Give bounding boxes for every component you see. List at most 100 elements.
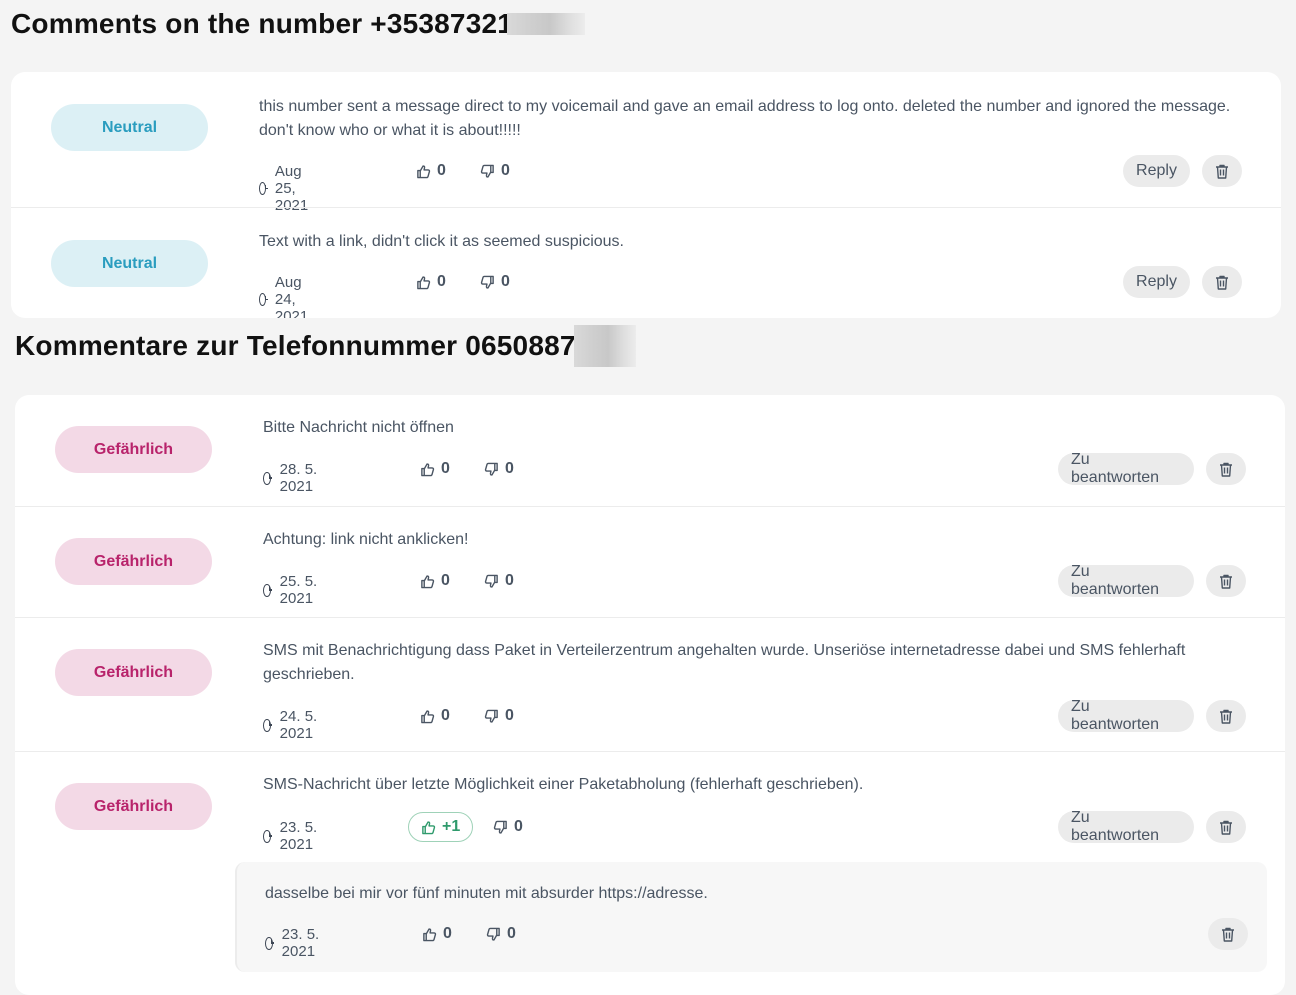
comment-text: Text with a link, didn't click it as see… bbox=[259, 233, 624, 250]
reply-button[interactable]: Zu beantworten bbox=[1058, 698, 1194, 733]
reply-date: 23. 5. 2021 bbox=[265, 926, 320, 960]
upvote-button[interactable]: 0 bbox=[420, 460, 450, 478]
downvote-button[interactable]: 0 bbox=[480, 162, 510, 180]
upvote-button[interactable]: 0 bbox=[420, 707, 450, 725]
thumbs-up-icon bbox=[420, 709, 435, 724]
nested-reply: dasselbe bei mir vor fünf minuten mit ab… bbox=[235, 862, 1267, 972]
upvote-button[interactable]: 0 bbox=[416, 273, 446, 291]
upvote-button[interactable]: 0 bbox=[416, 162, 446, 180]
thumbs-up-icon bbox=[416, 164, 431, 179]
thumbs-up-icon bbox=[416, 275, 431, 290]
date-text: 23. 5. 2021 bbox=[279, 819, 318, 853]
section-title-german: Kommentare zur Telefonnummer 0650887 bbox=[15, 325, 636, 367]
comment-item: Gefährlich Bitte Nachricht nicht öffnen … bbox=[15, 395, 1285, 506]
delete-button[interactable] bbox=[1208, 918, 1248, 950]
upvote-button[interactable]: 0 bbox=[420, 572, 450, 590]
delete-button[interactable] bbox=[1206, 565, 1246, 597]
thumbs-down-icon bbox=[484, 709, 499, 724]
trash-icon bbox=[1215, 275, 1229, 290]
trash-icon bbox=[1219, 820, 1233, 835]
date-text: Aug 24, 2021 bbox=[274, 274, 309, 318]
reply-button[interactable]: Zu beantworten bbox=[1058, 563, 1194, 598]
thumbs-down-icon bbox=[493, 820, 508, 835]
clock-icon bbox=[259, 182, 268, 195]
rating-badge-dangerous: Gefährlich bbox=[55, 538, 212, 585]
clock-icon bbox=[263, 718, 272, 732]
upvote-count: 0 bbox=[441, 572, 450, 589]
comment-item: Neutral Text with a link, didn't click i… bbox=[11, 207, 1281, 318]
comment-item: Gefährlich SMS mit Benachrichtigung dass… bbox=[15, 617, 1285, 752]
thumbs-down-icon bbox=[484, 462, 499, 477]
thumbs-up-icon bbox=[420, 574, 435, 589]
rating-badge-dangerous: Gefährlich bbox=[55, 783, 212, 830]
date-text: 23. 5. 2021 bbox=[281, 926, 320, 960]
trash-icon bbox=[1215, 164, 1229, 179]
reply-button[interactable]: Reply bbox=[1123, 155, 1190, 187]
comment-date: 23. 5. 2021 bbox=[263, 819, 318, 853]
downvote-button[interactable]: 0 bbox=[484, 460, 514, 478]
date-text: 28. 5. 2021 bbox=[279, 461, 318, 495]
reply-button[interactable]: Reply bbox=[1123, 266, 1190, 298]
rating-badge-neutral: Neutral bbox=[51, 104, 208, 151]
upvote-button-active[interactable]: +1 bbox=[408, 812, 474, 842]
comment-text: SMS mit Benachrichtigung dass Paket in V… bbox=[263, 642, 1186, 683]
reply-text: dasselbe bei mir vor fünf minuten mit ab… bbox=[265, 885, 708, 902]
reply-button[interactable]: Zu beantworten bbox=[1058, 451, 1194, 486]
upvote-count: 0 bbox=[443, 925, 452, 942]
delete-button[interactable] bbox=[1202, 266, 1242, 298]
delete-button[interactable] bbox=[1206, 811, 1246, 843]
comments-card-english: Neutral this number sent a message direc… bbox=[11, 72, 1281, 318]
comments-card-german: Gefährlich Bitte Nachricht nicht öffnen … bbox=[15, 395, 1285, 995]
upvote-count: 0 bbox=[441, 460, 450, 477]
downvote-button[interactable]: 0 bbox=[484, 707, 514, 725]
delete-button[interactable] bbox=[1202, 155, 1242, 187]
comment-date: 25. 5. 2021 bbox=[263, 573, 318, 607]
clock-icon bbox=[263, 829, 272, 843]
comment-text: SMS-Nachricht über letzte Möglichkeit ei… bbox=[263, 776, 864, 793]
thumbs-down-icon bbox=[486, 927, 501, 942]
downvote-count: 0 bbox=[507, 925, 516, 942]
comment-text: Achtung: link nicht anklicken! bbox=[263, 531, 469, 548]
downvote-button[interactable]: 0 bbox=[484, 572, 514, 590]
section-title-english: Comments on the number +35387321 bbox=[11, 8, 586, 40]
downvote-count: 0 bbox=[505, 707, 514, 724]
clock-icon bbox=[259, 293, 268, 306]
downvote-button[interactable]: 0 bbox=[480, 273, 510, 291]
comment-date: Aug 24, 2021 bbox=[259, 274, 314, 318]
thumbs-down-icon bbox=[480, 275, 495, 290]
comment-text: this number sent a message direct to my … bbox=[259, 98, 1231, 139]
upvote-button[interactable]: 0 bbox=[422, 925, 452, 943]
reply-button[interactable]: Zu beantworten bbox=[1058, 809, 1194, 844]
trash-icon bbox=[1221, 927, 1235, 942]
upvote-count: 0 bbox=[441, 707, 450, 724]
redacted-number-suffix bbox=[507, 13, 586, 35]
upvote-count: 0 bbox=[437, 162, 446, 179]
trash-icon bbox=[1219, 574, 1233, 589]
upvote-count: +1 bbox=[442, 818, 461, 835]
rating-badge-neutral: Neutral bbox=[51, 240, 208, 287]
delete-button[interactable] bbox=[1206, 453, 1246, 485]
rating-badge-dangerous: Gefährlich bbox=[55, 426, 212, 473]
comment-date: 24. 5. 2021 bbox=[263, 708, 318, 742]
downvote-button[interactable]: 0 bbox=[493, 818, 523, 836]
rating-badge-dangerous: Gefährlich bbox=[55, 649, 212, 696]
clock-icon bbox=[263, 583, 272, 597]
downvote-count: 0 bbox=[505, 460, 514, 477]
trash-icon bbox=[1219, 462, 1233, 477]
comment-date: 28. 5. 2021 bbox=[263, 461, 318, 495]
thumbs-down-icon bbox=[480, 164, 495, 179]
comment-text: Bitte Nachricht nicht öffnen bbox=[263, 419, 454, 436]
downvote-count: 0 bbox=[501, 162, 510, 179]
comment-item: Neutral this number sent a message direc… bbox=[11, 72, 1281, 214]
section-title-text: Comments on the number +35387321 bbox=[11, 8, 514, 39]
date-text: 25. 5. 2021 bbox=[279, 573, 318, 607]
downvote-count: 0 bbox=[501, 273, 510, 290]
thumbs-up-icon bbox=[422, 927, 437, 942]
clock-icon bbox=[263, 471, 272, 485]
comment-item: Gefährlich Achtung: link nicht anklicken… bbox=[15, 506, 1285, 618]
delete-button[interactable] bbox=[1206, 700, 1246, 732]
downvote-button[interactable]: 0 bbox=[486, 925, 516, 943]
upvote-count: 0 bbox=[437, 273, 446, 290]
redacted-number-suffix bbox=[573, 325, 636, 367]
date-text: 24. 5. 2021 bbox=[279, 708, 318, 742]
